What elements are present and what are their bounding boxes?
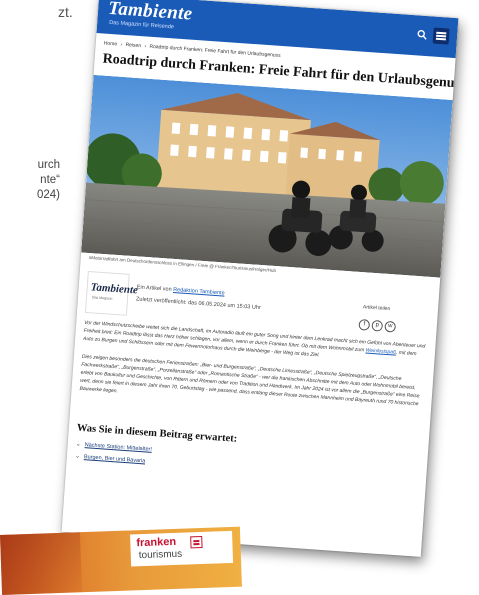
share-label: Artikel teilen [362, 304, 391, 313]
author-logo: Tambiente [90, 281, 139, 297]
author-logo-subtitle: Das Magazin [91, 295, 113, 301]
toc-item[interactable]: ⌄ Burgen, Bier und Bavaria [75, 453, 152, 465]
background-side-text: urch nte“ 024) [0, 158, 60, 203]
published-date: Zuletzt veröffentlicht: das 06.05.2024 u… [135, 296, 261, 312]
toc-item[interactable]: ⌄ Nächste Station: Mittelalter! [76, 441, 153, 453]
logo-word-tourismus: tourismus [138, 548, 183, 562]
background-text-fragment: zt. [58, 4, 73, 20]
share-icons: fpw [358, 312, 398, 333]
franken-tourismus-logo: franken tourismus [130, 530, 234, 567]
article-page-card: Tambiente Das Magazin für Reisende Home … [61, 0, 459, 557]
toc-link[interactable]: Burgen, Bier und Bavaria [84, 454, 146, 464]
weinfest-link[interactable]: Weinfestspaß [365, 348, 396, 356]
banner-decoration [0, 532, 83, 595]
article-hero-photo [81, 74, 453, 278]
table-of-contents: ⌄ Nächste Station: Mittelalter! ⌄ Burgen, … [74, 441, 152, 470]
toc-link[interactable]: Nächste Station: Mittelalter! [85, 442, 153, 453]
background-line: nte“ [40, 174, 60, 186]
background-line: urch [37, 159, 60, 171]
author-prefix: Ein Artikel von [136, 284, 172, 293]
logo-word-franken: franken [136, 535, 177, 550]
chevron-down-icon: ⌄ [75, 441, 81, 448]
author-line: Ein Artikel von Redaktion Tambiente [137, 284, 225, 296]
chevron-right-icon: › [120, 41, 123, 48]
franken-rake-icon [190, 535, 203, 549]
author-logo-box: Tambiente Das Magazin [84, 270, 138, 316]
franken-tourismus-banner: franken tourismus [0, 526, 242, 595]
facebook-icon[interactable]: f [358, 319, 371, 331]
author-link[interactable]: Redaktion Tambiente [173, 287, 225, 297]
chevron-down-icon: ⌄ [74, 453, 81, 460]
hamburger-menu-icon[interactable] [432, 27, 450, 45]
search-icon[interactable] [417, 29, 428, 40]
breadcrumb-reisen[interactable]: Reisen [125, 42, 141, 49]
background-line: 024) [36, 189, 60, 201]
chevron-right-icon: › [144, 43, 147, 50]
whatsapp-icon[interactable]: w [384, 320, 397, 333]
pinterest-icon[interactable]: p [371, 319, 384, 332]
breadcrumb-home[interactable]: Home [104, 41, 118, 48]
